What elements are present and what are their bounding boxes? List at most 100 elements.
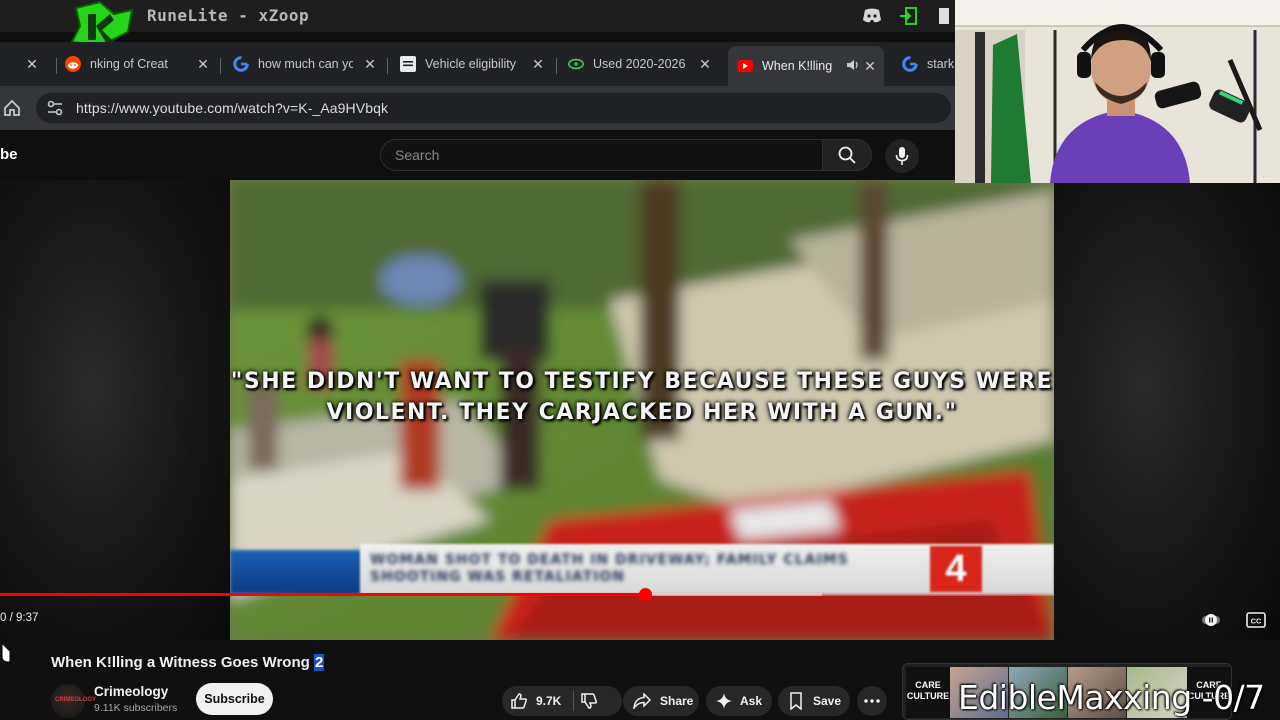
- cursor-hand-icon: [1, 644, 11, 663]
- document-icon: [400, 56, 416, 72]
- channel-name[interactable]: Crimeology: [94, 684, 168, 699]
- scrubber-handle[interactable]: [639, 588, 652, 601]
- tab-separator: [220, 58, 221, 74]
- window-control-icon[interactable]: [933, 6, 955, 26]
- browser-tab-youtube-active[interactable]: When K!lling ✕: [728, 46, 884, 86]
- tab-close-icon[interactable]: ✕: [862, 58, 878, 74]
- tab-separator: [556, 58, 557, 74]
- browser-tab-strip: ✕ nking of Creat ✕ how much can yo ✕ Veh…: [0, 42, 957, 86]
- tab-label: how much can yo: [258, 57, 353, 71]
- more-horizontal-icon: [864, 699, 880, 703]
- video-title: When K!lling a Witness Goes Wrong 2: [51, 654, 325, 671]
- dislike-button[interactable]: [580, 692, 598, 710]
- search-icon: [838, 146, 856, 164]
- voice-search-button[interactable]: [885, 139, 919, 173]
- youtube-logo[interactable]: be: [0, 146, 18, 163]
- youtube-icon: [737, 58, 753, 74]
- stream-overlay-text: EdibleMaxxing -0/7: [958, 678, 1265, 717]
- chyron-text: WOMAN SHOT TO DEATH IN DRIVEWAY; FAMILY …: [370, 552, 849, 585]
- autoplay-toggle-icon: [1202, 614, 1220, 626]
- sparkle-icon: [716, 693, 732, 709]
- like-divider: [573, 691, 575, 711]
- car-site-icon: [568, 56, 584, 72]
- tab-close-icon[interactable]: ✕: [362, 56, 378, 72]
- bookmark-icon: [790, 692, 802, 710]
- speaker-icon[interactable]: [846, 58, 860, 75]
- tab-separator: [56, 58, 57, 74]
- like-dislike-group: 9.7K: [502, 686, 622, 716]
- tab-close-icon[interactable]: ✕: [24, 56, 40, 72]
- channel-avatar-text: CRIMEOLOGY: [55, 697, 97, 703]
- login-icon[interactable]: [897, 6, 919, 26]
- chyron-station-bar: [230, 550, 362, 594]
- screen: RuneLite - xZoop ✕ nking of Creat ✕ how …: [0, 0, 1280, 720]
- browser-tab-google-2[interactable]: starki: [902, 50, 962, 78]
- share-button[interactable]: Share: [623, 686, 699, 716]
- tab-label: nking of Creat: [90, 57, 168, 71]
- webcam-scene: [955, 0, 1280, 183]
- ask-label: Ask: [740, 694, 763, 708]
- tab-separator: [387, 58, 388, 74]
- tab-label: When K!lling: [762, 59, 833, 73]
- captions-button[interactable]: CC: [1246, 611, 1266, 629]
- video-caption-quote: "SHE DIDN'T WANT TO TESTIFY BECAUSE THES…: [230, 369, 1054, 425]
- thumbs-up-icon: [511, 693, 528, 709]
- title-bar-icons: [861, 6, 955, 26]
- time-display: 0 / 9:37: [0, 612, 39, 624]
- ambient-left: [0, 180, 230, 640]
- video-title-text: When K!lling a Witness Goes Wrong: [51, 654, 314, 671]
- autoplay-toggle[interactable]: [1201, 611, 1221, 629]
- tab-label: Vehicle eligibility: [425, 57, 517, 71]
- subscribe-button[interactable]: Subscribe: [196, 683, 273, 715]
- tab-label: Used 2020-2026: [593, 57, 686, 71]
- video-player[interactable]: "SHE DIDN'T WANT TO TESTIFY BECAUSE THES…: [0, 180, 1280, 640]
- channel-avatar[interactable]: CRIMEOLOGY: [51, 684, 96, 718]
- share-icon: [633, 693, 651, 709]
- site-info-icon[interactable]: [46, 99, 64, 117]
- tab-close-icon[interactable]: ✕: [530, 56, 546, 72]
- save-label: Save: [813, 694, 842, 708]
- like-button[interactable]: 9.7K: [502, 692, 561, 710]
- app-title-bar: RuneLite - xZoop: [0, 0, 955, 58]
- search-box: [380, 139, 822, 171]
- like-count: 9.7K: [536, 694, 562, 708]
- browser-tab-google-1[interactable]: how much can yo ✕: [233, 50, 378, 78]
- microphone-icon: [895, 147, 909, 165]
- station-logo: 4: [930, 546, 982, 592]
- browser-tab-used-cars[interactable]: Used 2020-2026 ✕: [568, 50, 713, 78]
- home-icon[interactable]: [2, 98, 22, 118]
- streamer-webcam: [955, 0, 1280, 183]
- tab-close-icon[interactable]: ✕: [697, 56, 713, 72]
- google-icon: [233, 56, 249, 72]
- progress-buffered: [645, 593, 822, 596]
- browser-toolbar: https://www.youtube.com/watch?v=K-_Aa9HV…: [0, 86, 955, 130]
- url-text: https://www.youtube.com/watch?v=K-_Aa9HV…: [76, 100, 389, 116]
- tab-close-icon[interactable]: ✕: [195, 56, 211, 72]
- google-icon: [902, 56, 918, 72]
- news-chyron: WOMAN SHOT TO DEATH IN DRIVEWAY; FAMILY …: [230, 544, 1054, 594]
- store-badge-left: CARE CULTURE: [906, 667, 950, 718]
- browser-tab-vehicle[interactable]: Vehicle eligibility ✕: [400, 50, 546, 78]
- browser-tab-hidden[interactable]: ✕: [0, 50, 40, 78]
- progress-played: [0, 593, 645, 596]
- svg-text:CC: CC: [1251, 617, 1262, 626]
- thumbs-down-icon: [581, 693, 598, 709]
- search-button[interactable]: [822, 139, 872, 171]
- ambient-right: [1054, 180, 1280, 640]
- window-title: RuneLite - xZoop: [147, 6, 310, 25]
- closed-captions-icon: CC: [1246, 612, 1266, 628]
- address-bar[interactable]: https://www.youtube.com/watch?v=K-_Aa9HV…: [36, 93, 951, 123]
- discord-icon[interactable]: [861, 6, 883, 26]
- share-label: Share: [660, 694, 694, 708]
- more-actions-button[interactable]: [857, 686, 887, 716]
- save-button[interactable]: Save: [778, 686, 850, 716]
- browser-tab-reddit[interactable]: nking of Creat ✕: [65, 50, 211, 78]
- video-frame[interactable]: "SHE DIDN'T WANT TO TESTIFY BECAUSE THES…: [230, 180, 1054, 640]
- subscriber-count: 9.11K subscribers: [94, 702, 178, 714]
- search-input[interactable]: [381, 140, 822, 170]
- video-title-selected-text: 2: [313, 654, 325, 671]
- progress-bar[interactable]: [0, 588, 1054, 601]
- ask-button[interactable]: Ask: [706, 686, 772, 716]
- reddit-icon: [65, 56, 81, 72]
- youtube-header: be: [0, 130, 955, 180]
